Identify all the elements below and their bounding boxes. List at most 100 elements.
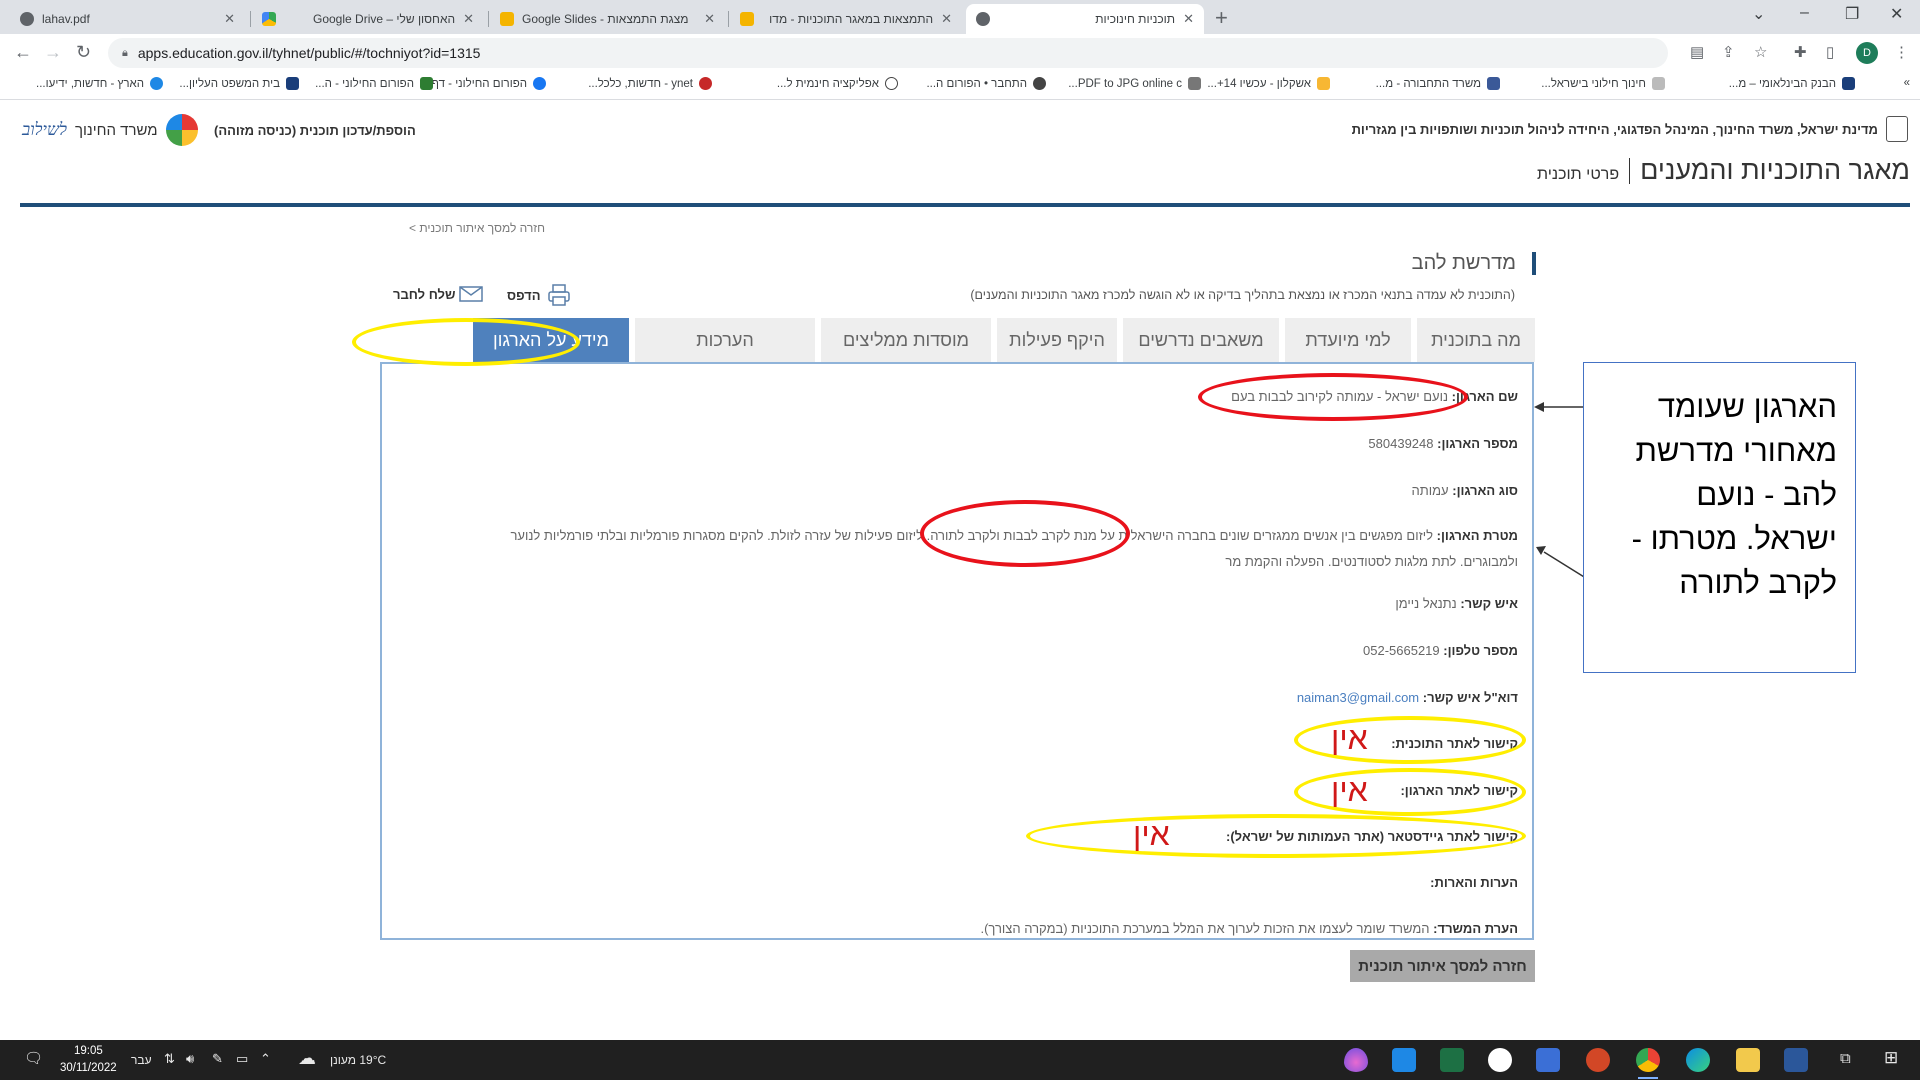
bookmark-item[interactable]: התחבר • הפורום ה... xyxy=(926,77,1046,90)
language-indicator[interactable]: עבר xyxy=(131,1053,152,1067)
file-explorer-icon[interactable] xyxy=(1736,1048,1760,1072)
tab-separator xyxy=(728,11,729,27)
bookmark-item[interactable]: הבנק הבינלאומי – מ... xyxy=(1729,77,1855,90)
mail-app-icon[interactable] xyxy=(1392,1048,1416,1072)
none-annotation: אין xyxy=(1133,816,1170,852)
powerpoint-app-icon[interactable] xyxy=(1586,1048,1610,1072)
print-button[interactable]: הדפס xyxy=(507,284,571,306)
share-icon[interactable]: ⇪ xyxy=(1722,43,1735,61)
remarks-row: הערות והארות: xyxy=(1430,875,1518,890)
chevron-up-icon[interactable]: ⌃ xyxy=(260,1051,271,1067)
bookmark-favicon-icon xyxy=(1652,77,1665,90)
bookmark-item[interactable]: PDF to JPG online c... xyxy=(1068,77,1201,90)
state-emblem-icon xyxy=(1886,116,1908,142)
tab-target-audience[interactable]: למי מיועדת xyxy=(1285,318,1411,362)
clock-date: 30/11/2022 xyxy=(60,1062,117,1074)
excel-app-icon[interactable] xyxy=(1440,1048,1464,1072)
browser-tab[interactable]: Google Drive – האחסון שלי ✕ xyxy=(252,4,484,34)
bookmark-favicon-icon xyxy=(1033,77,1046,90)
battery-icon[interactable]: ▭ xyxy=(236,1051,248,1067)
close-icon[interactable]: ✕ xyxy=(941,11,952,27)
bookmark-item[interactable]: בית המשפט העליון... xyxy=(179,77,299,90)
close-icon[interactable]: ✕ xyxy=(704,11,715,27)
window-close-icon[interactable]: ✕ xyxy=(1890,4,1903,24)
program-title: מדרשת להב xyxy=(1411,252,1516,274)
bookmark-label: הפורום החילוני - דף... xyxy=(422,77,527,90)
word-app-icon[interactable] xyxy=(1784,1048,1808,1072)
government-line: מדינת ישראל, משרד החינוך, המינהל הפדגוגי… xyxy=(1352,116,1908,142)
browser-tab[interactable]: lahav.pdf ✕ xyxy=(10,4,245,34)
paint-drop-app-icon[interactable] xyxy=(1344,1048,1368,1072)
bookmark-star-icon[interactable]: ☆ xyxy=(1754,43,1767,61)
bookmark-item[interactable]: משרד התחבורה - מ... xyxy=(1376,77,1500,90)
profile-avatar[interactable]: D xyxy=(1856,42,1878,64)
print-label: הדפס xyxy=(507,287,541,303)
highlight-ellipse-red xyxy=(920,500,1130,567)
address-bar[interactable]: 🔒︎ apps.education.gov.il/tyhnet/public/#… xyxy=(108,38,1668,68)
windows-start-icon[interactable]: ⊞ xyxy=(1884,1048,1898,1068)
email-link[interactable]: naiman3@gmail.com xyxy=(1297,690,1419,705)
add-update-program-link[interactable]: הוספת/עדכון תוכנית (כניסה מזוהה) xyxy=(214,123,416,138)
more-bookmarks-button[interactable]: » xyxy=(1904,77,1910,89)
arrowhead-icon xyxy=(1534,402,1544,412)
contact-value: נתנאל ניימן xyxy=(1395,596,1457,611)
tab-what-in-program[interactable]: מה בתוכנית xyxy=(1417,318,1535,362)
close-icon[interactable]: ✕ xyxy=(463,11,474,27)
government-line-text: מדינת ישראל, משרד החינוך, המינהל הפדגוגי… xyxy=(1351,121,1878,137)
weather-widget[interactable]: 19°C מעונן xyxy=(330,1053,386,1067)
browser-tab-title: Google Drive – האחסון שלי xyxy=(313,12,456,26)
browser-tab[interactable]: Google Slides - מצגת התמצאות ✕ xyxy=(490,4,725,34)
bookmark-favicon-icon xyxy=(420,77,433,90)
browser-tab[interactable]: התמצאות במאגר התוכניות - מדו ✕ xyxy=(730,4,962,34)
snipping-tool-icon[interactable] xyxy=(1488,1048,1512,1072)
translate-icon[interactable]: ▤ xyxy=(1690,43,1704,61)
bookmark-item[interactable]: ynet - חדשות, כלכל... xyxy=(588,77,712,90)
ministry-slogan: לשילוב xyxy=(22,120,67,140)
tab-evaluations[interactable]: הערכות xyxy=(635,318,815,362)
new-tab-button[interactable]: + xyxy=(1215,5,1228,31)
browser-tab-active[interactable]: תוכניות חינוכיות ✕ xyxy=(966,4,1204,34)
close-icon[interactable]: ✕ xyxy=(1183,11,1194,27)
google-drive-icon xyxy=(262,12,276,26)
remarks-label: הערות והארות: xyxy=(1430,875,1518,890)
task-view-icon[interactable]: ⧉ xyxy=(1840,1050,1851,1067)
menu-kebab-icon[interactable]: ⋮ xyxy=(1894,43,1909,61)
pen-icon[interactable]: ✎ xyxy=(212,1051,223,1067)
pdf-viewer-icon[interactable] xyxy=(1536,1048,1560,1072)
back-arrow-icon[interactable]: ← xyxy=(14,42,32,63)
back-to-search-link[interactable]: חזרה למסך איתור תוכנית > xyxy=(409,221,545,235)
reload-icon[interactable]: ↻ xyxy=(76,42,91,63)
volume-icon[interactable]: 🔊︎ xyxy=(186,1051,194,1067)
extensions-icon[interactable]: ✚ xyxy=(1794,43,1807,61)
ministry-logo[interactable]: לשילוב משרד החינוך xyxy=(22,114,198,146)
forward-arrow-icon[interactable]: → xyxy=(44,42,62,63)
edge-app-icon[interactable] xyxy=(1686,1048,1710,1072)
system-clock[interactable]: 19:05 30/11/2022 xyxy=(60,1043,117,1077)
send-to-friend-button[interactable]: שלח לחבר xyxy=(393,286,484,302)
windows-taskbar: 🗨︎ 19:05 30/11/2022 עבר ⇅ 🔊︎ ✎ ▭ ⌃ ☁ 19°… xyxy=(0,1040,1920,1080)
bookmark-item[interactable]: חינוך חילוני בישראל... xyxy=(1541,77,1665,90)
ministry-note-value: המשרד שומר לעצמו את הזכות לערוך את המלל … xyxy=(980,921,1430,936)
notification-icon[interactable]: 🗨︎ xyxy=(24,1049,43,1067)
bookmark-label: הארץ - חדשות, ידיעו... xyxy=(36,77,144,90)
chrome-app-icon[interactable] xyxy=(1636,1048,1660,1079)
side-panel-icon[interactable]: ▯ xyxy=(1826,43,1834,61)
bookmark-item[interactable]: אשקלון - עכשיו 14+... xyxy=(1207,77,1330,90)
bookmark-item[interactable]: הפורום החילוני - דף... xyxy=(422,77,546,90)
google-slides-icon xyxy=(740,12,754,26)
close-icon[interactable]: ✕ xyxy=(224,11,235,27)
tab-search-icon[interactable]: ⌄ xyxy=(1752,4,1765,24)
restore-icon[interactable]: ❐ xyxy=(1845,4,1859,24)
globe-icon xyxy=(20,12,34,26)
tab-separator xyxy=(488,11,489,27)
bookmark-item[interactable]: הארץ - חדשות, ידיעו... xyxy=(36,77,163,90)
tab-recommending-institutions[interactable]: מוסדות ממליצים xyxy=(821,318,991,362)
network-icon[interactable]: ⇅ xyxy=(164,1051,175,1067)
back-to-search-button[interactable]: חזרה למסך איתור תוכנית xyxy=(1350,950,1535,982)
tab-activity-scope[interactable]: היקף פעילות xyxy=(997,318,1117,362)
browser-toolbar: ← → ↻ 🔒︎ apps.education.gov.il/tyhnet/pu… xyxy=(0,34,1920,72)
tab-required-resources[interactable]: משאבים נדרשים xyxy=(1123,318,1279,362)
bookmark-item[interactable]: הפורום החילוני - ה... xyxy=(315,77,433,90)
minimize-icon[interactable]: – xyxy=(1800,4,1809,22)
bookmark-item[interactable]: אפליקציה חינמית ל... xyxy=(777,77,898,90)
